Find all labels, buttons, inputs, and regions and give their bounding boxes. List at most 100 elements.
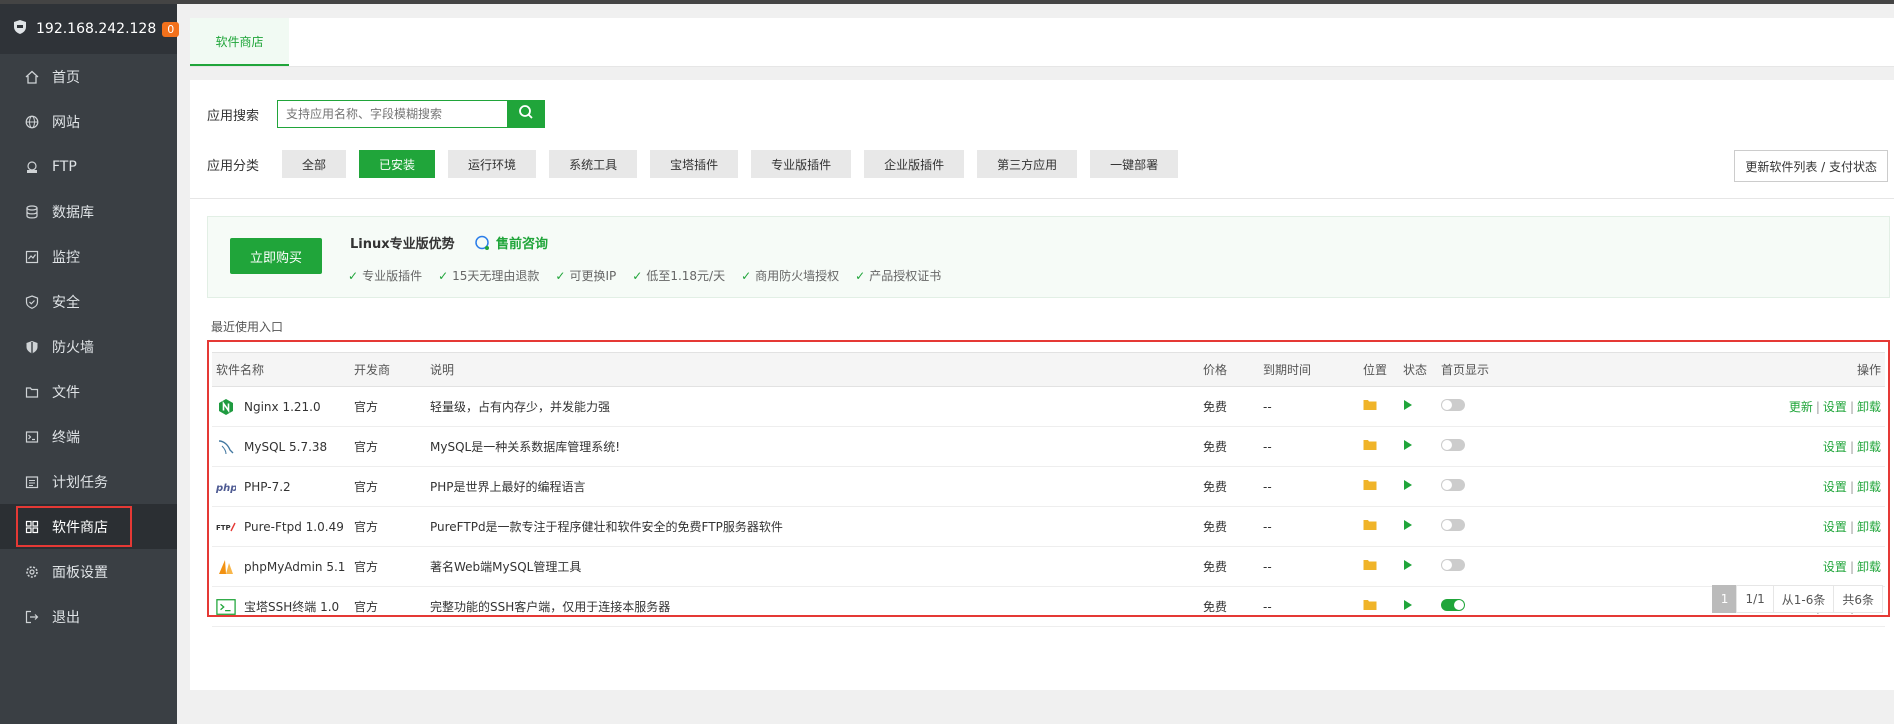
check-icon: ✓ [855, 268, 866, 283]
settings-link[interactable]: 设置 [1823, 440, 1847, 454]
feature-item: ✓ 产品授权证书 [855, 267, 941, 284]
search-icon [518, 104, 534, 124]
buy-now-button[interactable]: 立即购买 [230, 238, 322, 274]
category-pro-plugins[interactable]: 专业版插件 [751, 150, 852, 178]
divider [190, 198, 1894, 199]
software-name: MySQL 5.7.38 [244, 439, 328, 454]
page-total: 共6条 [1833, 585, 1883, 613]
category-third-party[interactable]: 第三方应用 [977, 150, 1078, 178]
sidebar-item-ftp[interactable]: FTP [0, 144, 177, 189]
tab-bar: 软件商店 [190, 18, 1894, 67]
feature-label: 15天无理由退款 [452, 269, 540, 283]
uninstall-link[interactable]: 卸载 [1857, 560, 1881, 574]
sidebar-item-label: 退出 [52, 609, 80, 626]
uninstall-link[interactable]: 卸载 [1857, 480, 1881, 494]
settings-link[interactable]: 设置 [1823, 480, 1847, 494]
svg-text:php: php [216, 483, 236, 493]
homepage-toggle[interactable] [1441, 439, 1465, 451]
play-icon[interactable] [1403, 560, 1413, 574]
sidebar-item-cron[interactable]: 计划任务 [0, 459, 177, 504]
uninstall-link[interactable]: 卸载 [1857, 520, 1881, 534]
check-icon: ✓ [632, 268, 643, 283]
sidebar-item-label: 数据库 [52, 204, 94, 221]
shield-check-icon [24, 294, 40, 310]
settings-link[interactable]: 设置 [1823, 400, 1847, 414]
play-icon[interactable] [1403, 480, 1413, 494]
uninstall-link[interactable]: 卸载 [1857, 440, 1881, 454]
sidebar-item-terminal[interactable]: 终端 [0, 414, 177, 459]
category-one-click-deploy[interactable]: 一键部署 [1090, 150, 1179, 178]
uninstall-link[interactable]: 卸载 [1857, 400, 1881, 414]
sidebar-item-website[interactable]: 网站 [0, 99, 177, 144]
page-count: 1/1 [1736, 585, 1774, 613]
developer: 官方 [350, 386, 426, 427]
sidebar-item-database[interactable]: 数据库 [0, 189, 177, 234]
row-actions: 设置 | 卸载 [1515, 506, 1885, 547]
sidebar-item-monitor[interactable]: 监控 [0, 234, 177, 279]
search-button[interactable] [507, 100, 546, 128]
price: 免费 [1199, 386, 1259, 427]
row-actions: 更新 | 设置 | 卸载 [1515, 386, 1885, 427]
table-row: phpMyAdmin 5.1 官方 著名Web端MySQL管理工具 免费 -- … [212, 546, 1885, 587]
folder-icon[interactable] [1363, 480, 1377, 494]
firewall-icon [24, 339, 40, 355]
homepage-toggle[interactable] [1441, 399, 1465, 411]
homepage-toggle[interactable] [1441, 599, 1465, 611]
table-row: MySQL 5.7.38 官方 MySQL是一种关系数据库管理系统! 免费 --… [212, 426, 1885, 467]
feature-label: 专业版插件 [362, 269, 423, 283]
folder-icon[interactable] [1363, 440, 1377, 454]
play-icon[interactable] [1403, 600, 1413, 614]
play-icon[interactable] [1403, 440, 1413, 454]
sidebar-item-files[interactable]: 文件 [0, 369, 177, 414]
folder-icon[interactable] [1363, 520, 1377, 534]
settings-link[interactable]: 设置 [1823, 560, 1847, 574]
category-enterprise-plugins[interactable]: 企业版插件 [864, 150, 965, 178]
sidebar-item-security[interactable]: 安全 [0, 279, 177, 324]
expire-time: -- [1259, 546, 1359, 587]
category-runtime[interactable]: 运行环境 [448, 150, 537, 178]
col-desc: 说明 [426, 352, 1199, 387]
row-actions: 设置 | 卸载 [1515, 466, 1885, 507]
consult-label: 售前咨询 [496, 237, 549, 252]
category-row: 应用分类 全部 已安装 运行环境 系统工具 宝塔插件 专业版插件 企业版插件 第… [207, 150, 1191, 178]
shield-icon [12, 19, 28, 39]
description: 著名Web端MySQL管理工具 [426, 546, 1199, 587]
description: PureFTPd是一款专注于程序健壮和软件安全的免费FTP服务器软件 [426, 506, 1199, 547]
play-icon[interactable] [1403, 520, 1413, 534]
feature-label: 产品授权证书 [869, 269, 942, 283]
gear-icon [24, 564, 40, 580]
category-all[interactable]: 全部 [282, 150, 347, 178]
highlight-box [16, 506, 132, 547]
sidebar-item-logout[interactable]: 退出 [0, 594, 177, 639]
category-bt-plugins[interactable]: 宝塔插件 [650, 150, 739, 178]
tab-software-store[interactable]: 软件商店 [190, 18, 289, 66]
play-icon[interactable] [1403, 400, 1413, 414]
homepage-toggle[interactable] [1441, 479, 1465, 491]
search-input[interactable] [277, 100, 508, 128]
category-installed[interactable]: 已安装 [359, 150, 436, 178]
sidebar-item-store[interactable]: 软件商店 [0, 504, 177, 549]
folder-icon[interactable] [1363, 400, 1377, 414]
homepage-toggle[interactable] [1441, 519, 1465, 531]
settings-link[interactable]: 设置 [1823, 520, 1847, 534]
col-expire: 到期时间 [1259, 352, 1359, 387]
developer: 官方 [350, 546, 426, 587]
page-current[interactable]: 1 [1711, 585, 1738, 613]
folder-icon[interactable] [1363, 600, 1377, 614]
phpmyadmin-icon [216, 557, 236, 577]
homepage-toggle[interactable] [1441, 559, 1465, 571]
folder-icon[interactable] [1363, 560, 1377, 574]
sidebar-item-home[interactable]: 首页 [0, 54, 177, 99]
server-header: 192.168.242.128 0 [0, 4, 180, 54]
home-icon [24, 69, 40, 85]
update-list-button[interactable]: 更新软件列表 / 支付状态 [1734, 150, 1888, 182]
sidebar-item-firewall[interactable]: 防火墙 [0, 324, 177, 369]
category-system-tools[interactable]: 系统工具 [549, 150, 638, 178]
presale-consult-link[interactable]: 售前咨询 [474, 233, 548, 252]
update-link[interactable]: 更新 [1789, 400, 1813, 414]
sidebar-item-label: 监控 [52, 249, 80, 266]
price: 免费 [1199, 546, 1259, 587]
sidebar-item-settings[interactable]: 面板设置 [0, 549, 177, 594]
price: 免费 [1199, 466, 1259, 507]
category-tabs: 全部 已安装 运行环境 系统工具 宝塔插件 专业版插件 企业版插件 第三方应用 … [282, 150, 1191, 178]
